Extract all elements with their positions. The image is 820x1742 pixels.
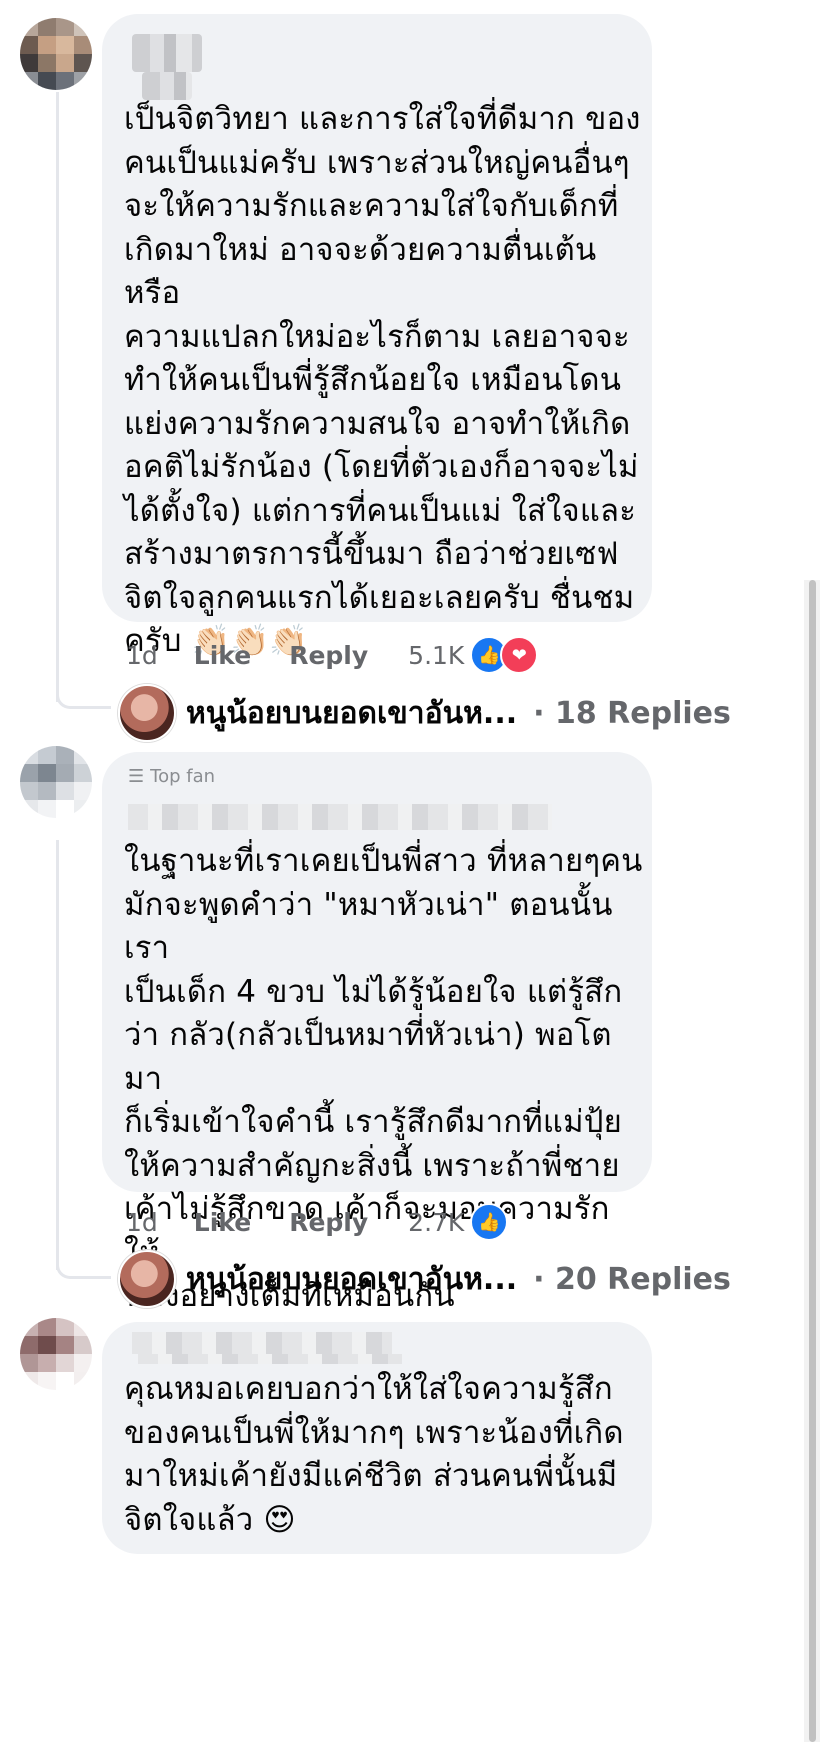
like-icon: 👍	[470, 1203, 509, 1241]
reply-connector	[56, 680, 111, 709]
comment-bubble: คุณหมอเคยบอกว่าให้ใส่ใจความรู้สึก ของคนเ…	[102, 1322, 652, 1554]
scrollbar-thumb[interactable]	[809, 580, 816, 1742]
reaction-icons[interactable]: 👍	[470, 1203, 509, 1241]
reply-count: · 20 Replies	[533, 1261, 731, 1297]
commenter-name-blurred[interactable]	[138, 1354, 402, 1364]
like-button[interactable]: Like	[194, 1208, 251, 1237]
reply-author-avatar	[118, 1250, 176, 1308]
reply-button[interactable]: Reply	[289, 1208, 368, 1237]
top-fan-badge: ☰ Top fan	[128, 766, 215, 787]
thread-line	[56, 840, 59, 1270]
reply-count: · 18 Replies	[533, 695, 731, 731]
top-fan-icon: ☰	[128, 766, 145, 787]
comment-actions: 1d Like Reply 5.1K 👍 ❤	[126, 636, 539, 674]
comment-timestamp[interactable]: 1d	[126, 1208, 158, 1237]
view-replies-row[interactable]: หนูน้อยบนยอดเขาอันห... · 18 Replies	[118, 684, 731, 742]
comment-actions: 1d Like Reply 2.7K 👍	[126, 1203, 509, 1241]
commenter-avatar[interactable]	[20, 1318, 92, 1390]
reply-button[interactable]: Reply	[289, 641, 368, 670]
reaction-count[interactable]: 2.7K	[408, 1208, 464, 1237]
commenter-name-blurred[interactable]	[132, 1332, 392, 1354]
commenter-name-blurred[interactable]	[132, 34, 202, 72]
top-fan-label: Top fan	[150, 766, 216, 787]
comment-bubble: ☰ Top fan ในฐานะที่เราเคยเป็นพี่สาว ที่ห…	[102, 752, 652, 1314]
reply-author-name: หนูน้อยบนยอดเขาอันห...	[186, 695, 518, 731]
comment-text: เป็นจิตวิทยา และการใส่ใจที่ดีมาก ของ คนเ…	[124, 101, 641, 659]
commenter-name-blurred[interactable]	[142, 72, 192, 100]
thread-line	[56, 92, 59, 702]
comment-timestamp[interactable]: 1d	[126, 641, 158, 670]
reaction-icons[interactable]: 👍 ❤	[470, 636, 539, 674]
reply-author-avatar	[118, 684, 176, 742]
commenter-avatar[interactable]	[20, 746, 92, 818]
commenter-avatar[interactable]	[20, 18, 92, 90]
reply-author-name: หนูน้อยบนยอดเขาอันห...	[186, 1261, 518, 1297]
comment-text: คุณหมอเคยบอกว่าให้ใส่ใจความรู้สึก ของคนเ…	[124, 1371, 624, 1538]
like-button[interactable]: Like	[194, 641, 251, 670]
commenter-name-blurred[interactable]	[128, 804, 552, 830]
reaction-count[interactable]: 5.1K	[408, 641, 464, 670]
view-replies-row[interactable]: หนูน้อยบนยอดเขาอันห... · 20 Replies	[118, 1250, 731, 1308]
reply-connector	[56, 1250, 111, 1279]
comment-bubble: เป็นจิตวิทยา และการใส่ใจที่ดีมาก ของ คนเ…	[102, 14, 652, 659]
love-icon: ❤	[500, 636, 539, 674]
scrollbar[interactable]	[804, 580, 820, 1742]
comment-text: ในฐานะที่เราเคยเป็นพี่สาว ที่หลายๆคน มัก…	[124, 843, 643, 1314]
